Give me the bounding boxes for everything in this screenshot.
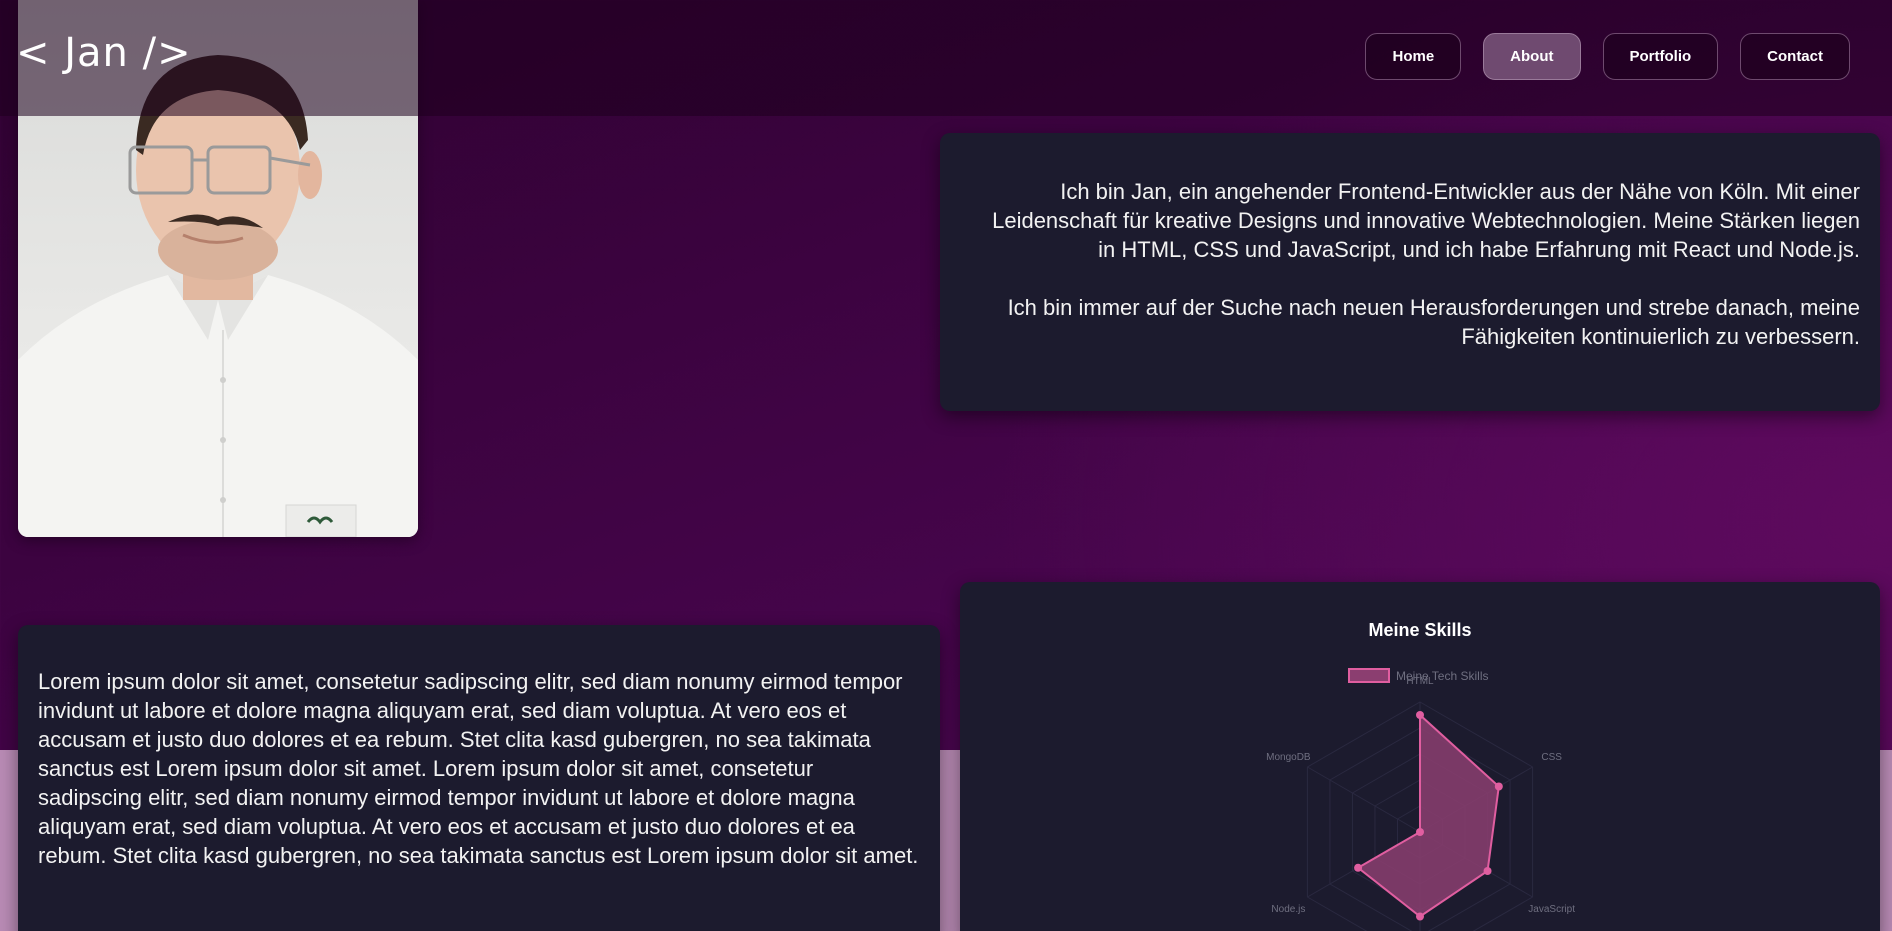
main-nav: Home About Portfolio Contact [1365,33,1850,80]
lorem-card: Lorem ipsum dolor sit amet, consetetur s… [18,625,940,931]
about-text: Ich bin Jan, ein angehender Frontend-Ent… [980,177,1860,351]
radar-axis-line-6 [1307,766,1421,833]
lorem-text: Lorem ipsum dolor sit amet, consetetur s… [38,669,919,868]
nav-home-button[interactable]: Home [1365,33,1462,80]
radar-axis-label-html: HTML [1406,676,1434,687]
radar-axis-label-javascript: JavaScript [1528,904,1575,915]
skills-card: Meine Skills Meine Tech Skills HTML CSS Ja… [960,582,1880,931]
skills-radar-chart: HTML CSS JavaScript Node.js MongoDB [1266,676,1575,931]
about-paragraph-2: Ich bin immer auf der Suche nach neuen H… [1007,295,1860,349]
radar-point-react [1416,912,1424,921]
logo[interactable]: < Jan /> [16,30,192,76]
nav-portfolio-button[interactable]: Portfolio [1602,33,1719,80]
radar-point-html [1416,711,1424,719]
nav-about-button[interactable]: About [1483,33,1581,80]
nav-contact-button[interactable]: Contact [1740,33,1850,80]
site-header: < Jan /> Home About Portfolio Contact [0,0,1892,116]
about-card: Ich bin Jan, ein angehender Frontend-Ent… [940,133,1880,411]
radar-axis-label-css: CSS [1541,752,1562,763]
radar-point-nodejs [1354,863,1363,872]
radar-point-mongodb [1416,828,1424,836]
radar-point-javascript [1483,867,1492,875]
radar-axis-label-nodejs: Node.js [1271,904,1305,915]
radar-axis-label-mongodb: MongoDB [1266,752,1311,763]
radar-point-css [1494,782,1503,791]
about-paragraph-1: Ich bin Jan, ein angehender Frontend-Ent… [992,179,1860,262]
